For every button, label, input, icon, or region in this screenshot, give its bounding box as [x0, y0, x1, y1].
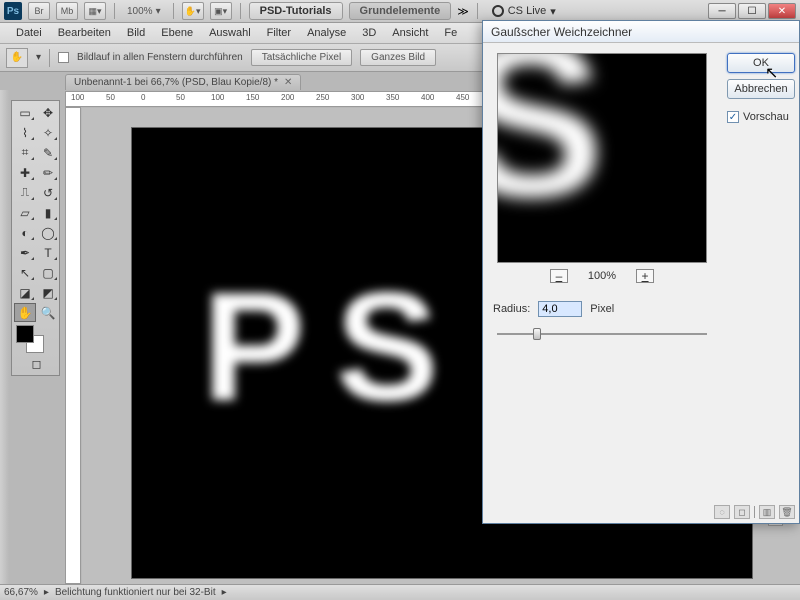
preview-checkbox-label: Vorschau [743, 111, 789, 123]
menu-ansicht[interactable]: Ansicht [384, 25, 436, 41]
wand-tool[interactable]: ✧ [37, 123, 59, 142]
current-tool-icon[interactable]: ✋ [6, 48, 28, 68]
fit-screen-button[interactable]: Ganzes Bild [360, 49, 436, 66]
move-tool[interactable]: ✥ [37, 103, 59, 122]
trash-icon[interactable]: 🗑 [779, 505, 795, 519]
hand-icon[interactable]: ✋▾ [182, 2, 204, 20]
workspace-tab-psd-tutorials[interactable]: PSD-Tutorials [249, 2, 343, 20]
history-brush-tool[interactable]: ↺ [37, 183, 59, 202]
menu-filter[interactable]: Filter [259, 25, 299, 41]
healing-tool[interactable]: ✚ [14, 163, 36, 182]
cancel-button[interactable]: Abbrechen [727, 79, 795, 99]
3d-tool[interactable]: ◪ [14, 283, 36, 302]
dialog-icon-2[interactable]: ◻ [734, 505, 750, 519]
scroll-all-checkbox[interactable] [58, 52, 69, 63]
document-tab[interactable]: Unbenannt-1 bei 66,7% (PSD, Blau Kopie/8… [65, 74, 301, 90]
zoom-tool[interactable]: 🔍 [37, 303, 59, 322]
zoom-in-button[interactable]: + [636, 269, 654, 283]
gaussian-blur-dialog: Gaußscher Weichzeichner S – 100% + Radiu… [482, 20, 800, 524]
status-message: Belichtung funktioniert nur bei 32-Bit [55, 587, 216, 598]
dodge-tool[interactable]: ◯ [37, 223, 59, 242]
gradient-tool[interactable]: ▮ [37, 203, 59, 222]
status-zoom[interactable]: 66,67% [4, 587, 38, 598]
menu-bild[interactable]: Bild [119, 25, 153, 41]
menu-fenster[interactable]: Fe [436, 25, 465, 41]
dialog-icon-3[interactable]: ▥ [759, 505, 775, 519]
workspace-tab-grundelemente[interactable]: Grundelemente [349, 2, 452, 20]
dialog-icon-1[interactable]: ◌ [714, 505, 730, 519]
window-minimize-button[interactable]: ─ [708, 3, 736, 19]
left-edge-strip [0, 90, 9, 600]
menu-auswahl[interactable]: Auswahl [201, 25, 259, 41]
menu-datei[interactable]: Datei [8, 25, 50, 41]
close-icon[interactable]: ✕ [284, 77, 292, 88]
slider-thumb[interactable] [533, 328, 541, 340]
cs-live-icon [492, 5, 504, 17]
zoom-level-select[interactable]: 100%▾ [123, 6, 165, 17]
blur-preview[interactable]: S [497, 53, 707, 263]
preview-zoom-level: 100% [588, 270, 616, 282]
document-tab-title: Unbenannt-1 bei 66,7% (PSD, Blau Kopie/8… [74, 77, 278, 88]
menu-3d[interactable]: 3D [354, 25, 384, 41]
menu-bearbeiten[interactable]: Bearbeiten [50, 25, 119, 41]
marquee-tool[interactable]: ▭ [14, 103, 36, 122]
actual-pixels-button[interactable]: Tatsächliche Pixel [251, 49, 352, 66]
bridge-button[interactable]: Br [28, 2, 50, 20]
stamp-tool[interactable]: ⎍ [14, 183, 36, 202]
minibridge-button[interactable]: Mb [56, 2, 78, 20]
status-bar: 66,67% ▸ Belichtung funktioniert nur bei… [0, 584, 800, 600]
cs-live-button[interactable]: CS Live▾ [486, 5, 562, 18]
layout-icon[interactable]: ▦▾ [84, 2, 106, 20]
radius-slider[interactable] [493, 327, 711, 341]
ruler-vertical[interactable] [65, 107, 81, 584]
menu-analyse[interactable]: Analyse [299, 25, 354, 41]
screen-mode-icon[interactable]: ▣▾ [210, 2, 232, 20]
lasso-tool[interactable]: ⌇ [14, 123, 36, 142]
hand-tool[interactable]: ✋ [14, 303, 36, 322]
preview-checkbox[interactable]: ✓ [727, 111, 739, 123]
more-workspaces-icon[interactable]: ≫ [457, 5, 469, 18]
crop-tool[interactable]: ⌗ [14, 143, 36, 162]
zoom-out-button[interactable]: – [550, 269, 568, 283]
canvas-text-ps: PS [202, 258, 469, 436]
eyedropper-tool[interactable]: ✎ [37, 143, 59, 162]
window-close-button[interactable]: ✕ [768, 3, 796, 19]
eraser-tool[interactable]: ▱ [14, 203, 36, 222]
radius-unit: Pixel [590, 303, 614, 315]
ok-button[interactable]: OK [727, 53, 795, 73]
scroll-all-label: Bildlauf in allen Fenstern durchführen [77, 52, 243, 63]
foreground-color-swatch[interactable] [16, 325, 34, 343]
pen-tool[interactable]: ✒ [14, 243, 36, 262]
radius-input[interactable] [538, 301, 582, 317]
radius-label: Radius: [493, 303, 530, 315]
shape-tool[interactable]: ▢ [37, 263, 59, 282]
3d-camera-tool[interactable]: ◩ [37, 283, 59, 302]
dialog-title[interactable]: Gaußscher Weichzeichner [483, 21, 799, 43]
blur-tool[interactable]: ◐ [14, 223, 36, 242]
app-logo: Ps [4, 2, 22, 20]
chevron-down-icon[interactable]: ▾ [36, 52, 41, 63]
preview-letter: S [497, 53, 605, 247]
quickmask-toggle[interactable]: ◻ [14, 354, 59, 373]
menu-ebene[interactable]: Ebene [153, 25, 201, 41]
window-maximize-button[interactable]: ☐ [738, 3, 766, 19]
color-swatches[interactable] [14, 323, 59, 353]
brush-tool[interactable]: ✏ [37, 163, 59, 182]
path-tool[interactable]: ↖ [14, 263, 36, 282]
tools-palette: ▭ ✥ ⌇ ✧ ⌗ ✎ ✚ ✏ ⎍ ↺ ▱ ▮ ◐ ◯ ✒ T ↖ ▢ ◪ ◩ … [11, 100, 60, 376]
type-tool[interactable]: T [37, 243, 59, 262]
